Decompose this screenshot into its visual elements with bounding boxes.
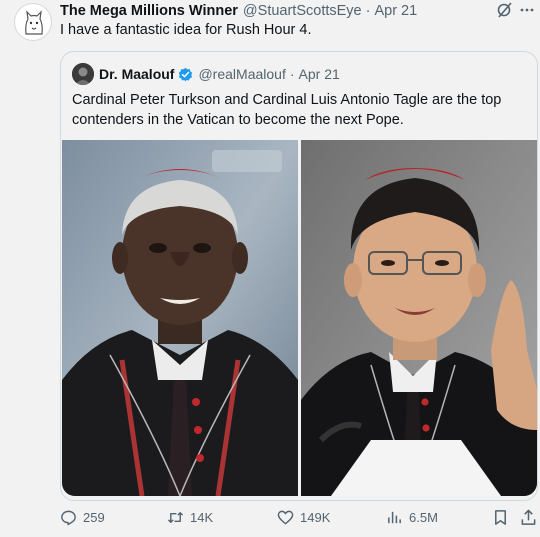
tweet-header: The Mega Millions Winner @StuartScottsEy… <box>60 2 417 20</box>
quoted-tweet-date[interactable]: Apr 21 <box>299 66 340 82</box>
reply-count: 259 <box>83 509 105 525</box>
grok-icon[interactable] <box>496 1 514 19</box>
photo-cardinal-turkson[interactable] <box>62 140 298 496</box>
views-count: 6.5M <box>409 509 438 525</box>
quoted-tweet-text: Cardinal Peter Turkson and Cardinal Luis… <box>72 92 502 128</box>
tweet[interactable]: The Mega Millions Winner @StuartScottsEy… <box>0 0 540 537</box>
author-avatar[interactable] <box>14 3 52 41</box>
reply-icon <box>61 510 76 525</box>
bookmark-button[interactable] <box>492 505 509 529</box>
quoted-author-name[interactable]: Dr. Maalouf <box>99 66 174 82</box>
quoted-tweet[interactable]: Dr. Maalouf @realMaalouf · Apr 21 Cardin… <box>60 51 538 501</box>
tweet-actions: 259 14K 149K 6.5M <box>60 505 538 529</box>
bookmark-icon <box>495 509 506 525</box>
like-count: 149K <box>300 509 331 525</box>
share-icon <box>521 509 536 525</box>
tweet-date[interactable]: Apr 21 <box>374 3 417 19</box>
repost-count: 14K <box>190 509 214 525</box>
verified-icon <box>179 67 193 81</box>
photo-cardinal-tagle[interactable] <box>301 140 537 496</box>
views-button[interactable]: 6.5M <box>386 505 438 529</box>
more-icon[interactable] <box>518 1 536 19</box>
quoted-author-handle[interactable]: @realMaalouf <box>198 66 285 82</box>
quoted-author-avatar[interactable] <box>72 63 94 85</box>
separator-dot: · <box>365 3 371 19</box>
tweet-text: I have a fantastic idea for Rush Hour 4. <box>60 22 312 38</box>
share-button[interactable] <box>520 505 537 529</box>
separator-dot: · <box>289 66 295 82</box>
views-icon <box>388 511 401 523</box>
repost-icon <box>167 511 184 523</box>
repost-button[interactable]: 14K <box>167 505 213 529</box>
reply-button[interactable]: 259 <box>60 505 105 529</box>
like-icon <box>277 510 294 524</box>
author-name[interactable]: The Mega Millions Winner <box>60 3 238 19</box>
quoted-tweet-header: Dr. Maalouf @realMaalouf · Apr 21 <box>99 64 340 84</box>
like-button[interactable]: 149K <box>277 505 330 529</box>
author-handle[interactable]: @StuartScottsEye <box>243 3 362 19</box>
